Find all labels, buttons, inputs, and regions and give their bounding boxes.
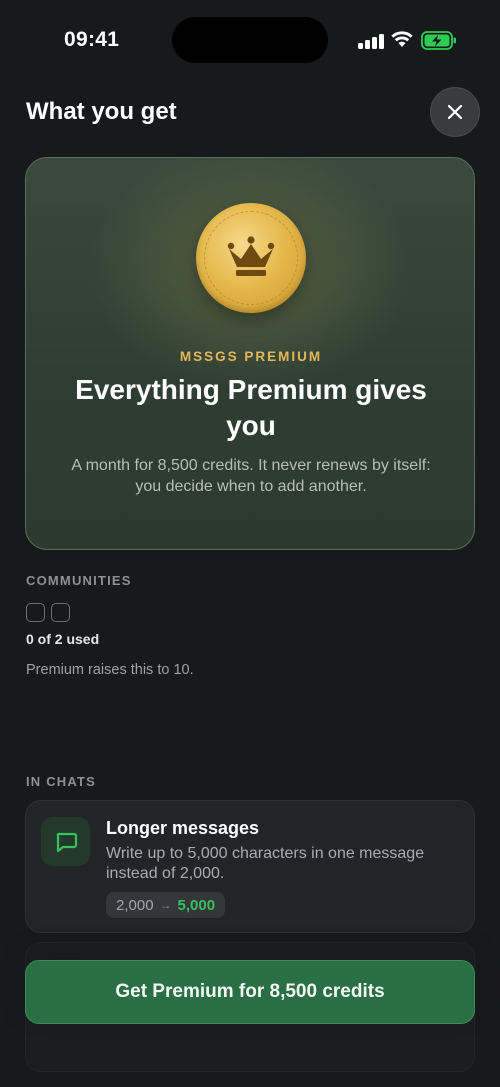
limit-comparison-chip: 2,000 → 5,000 bbox=[106, 892, 226, 918]
get-premium-button[interactable]: Get Premium for 8,500 credits bbox=[25, 960, 475, 1024]
community-slots bbox=[26, 603, 70, 622]
crown-coin-icon bbox=[196, 203, 306, 313]
hero-eyebrow: MSSGS PREMIUM bbox=[179, 349, 323, 364]
wifi-icon bbox=[391, 31, 413, 47]
premium-hero-card: MSSGS PREMIUM Everything Premium gives y… bbox=[25, 157, 475, 550]
old-limit-value: 2,000 bbox=[116, 896, 154, 914]
arrow-right-icon: → bbox=[159, 898, 172, 912]
status-bar: 09:41 bbox=[0, 0, 500, 80]
page-title: What you get bbox=[26, 98, 177, 125]
communities-section-label: COMMUNITIES bbox=[26, 573, 132, 588]
cellular-signal-icon bbox=[358, 33, 384, 49]
new-limit-value: 5,000 bbox=[177, 896, 216, 914]
communities-used-count: 0 of 2 used bbox=[26, 631, 100, 647]
message-icon bbox=[41, 817, 90, 866]
communities-premium-note: Premium raises this to 10. bbox=[26, 662, 194, 678]
feature-title: Longer messages bbox=[106, 818, 260, 838]
close-icon bbox=[447, 104, 463, 120]
hero-description: A month for 8,500 credits. It never rene… bbox=[71, 457, 431, 495]
dynamic-island bbox=[172, 17, 328, 63]
feature-description: Write up to 5,000 characters in one mess… bbox=[106, 845, 425, 882]
battery-charging-icon bbox=[421, 31, 456, 50]
status-time: 09:41 bbox=[64, 28, 120, 51]
crown-icon bbox=[227, 236, 275, 276]
community-slot bbox=[51, 603, 70, 622]
feature-card-longer-messages: Longer messages Write up to 5,000 charac… bbox=[25, 800, 475, 933]
hero-title: Everything Premium gives you bbox=[75, 374, 427, 441]
close-button[interactable] bbox=[430, 87, 480, 137]
in-chats-section-label: IN CHATS bbox=[26, 774, 97, 789]
community-slot bbox=[26, 603, 45, 622]
